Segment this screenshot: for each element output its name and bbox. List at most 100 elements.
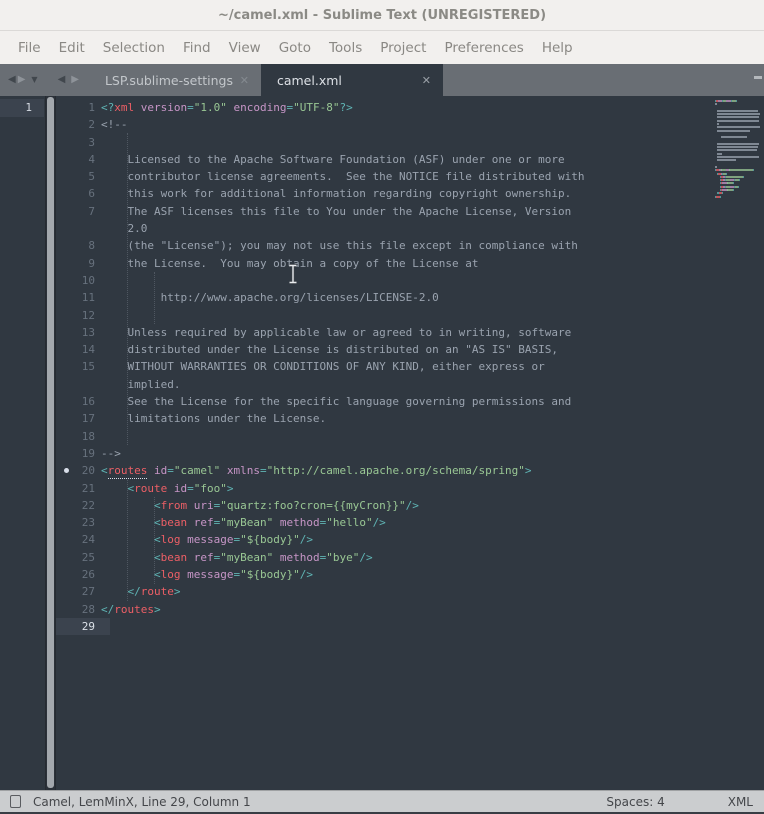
line-number: 11 xyxy=(56,289,110,306)
code-line[interactable]: 14 distributed under the License is dist… xyxy=(56,341,712,358)
code-view[interactable]: 1<?xml version="1.0" encoding="UTF-8"?>2… xyxy=(55,96,712,790)
line-number: 9 xyxy=(56,255,110,272)
history-forward-icon[interactable]: ▶ xyxy=(18,75,26,85)
code-line[interactable]: 13 Unless required by applicable law or … xyxy=(56,324,712,341)
code-text: the License. You may obtain a copy of th… xyxy=(101,255,712,272)
indent-guide xyxy=(154,497,155,584)
line-number: 26 xyxy=(56,566,110,583)
indent-guide xyxy=(154,272,155,324)
line-number: 25 xyxy=(56,549,110,566)
code-line[interactable]: 21 <route id="foo"> xyxy=(56,480,712,497)
indentation-setting[interactable]: Spaces: 4 xyxy=(606,795,664,809)
line-number: 17 xyxy=(56,410,110,427)
code-line[interactable]: 29 xyxy=(56,618,712,635)
code-line[interactable]: 17 limitations under the License. xyxy=(56,410,712,427)
code-text: Unless required by applicable law or agr… xyxy=(101,324,712,341)
diagnostic-dot-icon xyxy=(64,468,69,473)
code-text: contributor license agreements. See the … xyxy=(101,168,712,185)
menu-item-find[interactable]: Find xyxy=(174,40,220,56)
code-line[interactable]: 5 contributor license agreements. See th… xyxy=(56,168,712,185)
code-line[interactable]: 16 See the License for the specific lang… xyxy=(56,393,712,410)
scrollbar-thumb[interactable] xyxy=(47,97,54,788)
menu-item-view[interactable]: View xyxy=(220,40,270,56)
prev-tab-icon[interactable]: ◀ xyxy=(58,75,66,85)
minimap[interactable] xyxy=(712,96,764,790)
code-text: this work for additional information reg… xyxy=(101,185,712,202)
line-number: 28 xyxy=(56,601,110,618)
line-number: 7 xyxy=(56,203,110,220)
tab-overflow-icon[interactable] xyxy=(754,76,762,79)
code-text: </routes> xyxy=(101,601,712,618)
sublime-window: ~/camel.xml - Sublime Text (UNREGISTERED… xyxy=(0,0,764,814)
tab-camel-xml[interactable]: camel.xml ✕ xyxy=(261,64,443,96)
left-pane-line-number: 1 xyxy=(0,99,44,117)
code-text: <?xml version="1.0" encoding="UTF-8"?> xyxy=(101,99,712,116)
code-text: (the "License"); you may not use this fi… xyxy=(101,237,712,254)
history-back-icon[interactable]: ◀ xyxy=(8,75,16,85)
line-number xyxy=(56,220,110,237)
line-number: 10 xyxy=(56,272,110,289)
status-message: Camel, LemMinX, Line 29, Column 1 xyxy=(33,795,251,809)
tab-close-icon[interactable]: ✕ xyxy=(422,74,431,87)
code-text: </route> xyxy=(101,583,712,600)
indent-guide xyxy=(127,133,128,445)
lsp-indicator-icon[interactable] xyxy=(10,795,21,808)
code-text: <log message="${body}"/> xyxy=(101,531,712,548)
code-line[interactable]: 3 xyxy=(56,134,712,151)
code-line[interactable]: 2<!-- xyxy=(56,116,712,133)
left-split-pane[interactable]: 1 xyxy=(0,96,46,790)
minimap-line xyxy=(715,120,762,123)
tab-lsp-sublime-settings[interactable]: LSP.sublime-settings ✕ xyxy=(89,64,261,96)
code-text: The ASF licenses this file to You under … xyxy=(101,203,712,220)
code-line[interactable]: 15 WITHOUT WARRANTIES OR CONDITIONS OF A… xyxy=(56,358,712,375)
syntax-setting[interactable]: XML xyxy=(728,795,753,809)
code-text: <routes id="camel" xmlns="http://camel.a… xyxy=(101,462,712,479)
code-line[interactable]: implied. xyxy=(56,376,712,393)
minimap-line xyxy=(715,199,762,202)
code-line[interactable]: 9 the License. You may obtain a copy of … xyxy=(56,255,712,272)
code-line[interactable]: 19--> xyxy=(56,445,712,462)
next-tab-icon[interactable]: ▶ xyxy=(71,75,79,85)
code-text: 2.0 xyxy=(101,220,712,237)
line-number: 2 xyxy=(56,116,110,133)
line-number: 12 xyxy=(56,307,110,324)
title-bar[interactable]: ~/camel.xml - Sublime Text (UNREGISTERED… xyxy=(0,0,764,31)
code-line[interactable]: 6 this work for additional information r… xyxy=(56,185,712,202)
menu-item-edit[interactable]: Edit xyxy=(50,40,94,56)
menu-item-help[interactable]: Help xyxy=(533,40,582,56)
status-bar: Camel, LemMinX, Line 29, Column 1 Spaces… xyxy=(0,790,764,812)
code-line[interactable]: 2.0 xyxy=(56,220,712,237)
tab-close-icon[interactable]: ✕ xyxy=(240,74,249,87)
code-line[interactable]: 28</routes> xyxy=(56,601,712,618)
menu-item-selection[interactable]: Selection xyxy=(94,40,174,56)
code-line[interactable]: 4 Licensed to the Apache Software Founda… xyxy=(56,151,712,168)
code-text: <from uri="quartz:foo?cron={{myCron}}"/> xyxy=(101,497,712,514)
line-number: 14 xyxy=(56,341,110,358)
code-line[interactable]: 27 </route> xyxy=(56,583,712,600)
tab-list-dropdown-icon[interactable]: ▼ xyxy=(31,76,37,84)
code-line[interactable]: 20<routes id="camel" xmlns="http://camel… xyxy=(56,462,712,479)
menu-bar: FileEditSelectionFindViewGotoToolsProjec… xyxy=(0,31,764,64)
code-line[interactable]: 18 xyxy=(56,428,712,445)
line-number: 6 xyxy=(56,185,110,202)
code-line[interactable]: 8 (the "License"); you may not use this … xyxy=(56,237,712,254)
line-number: 3 xyxy=(56,134,110,151)
code-text: <log message="${body}"/> xyxy=(101,566,712,583)
menu-item-project[interactable]: Project xyxy=(371,40,435,56)
line-number: 4 xyxy=(56,151,110,168)
code-text: See the License for the specific languag… xyxy=(101,393,712,410)
menu-item-goto[interactable]: Goto xyxy=(270,40,320,56)
line-number: 13 xyxy=(56,324,110,341)
window-title: ~/camel.xml - Sublime Text (UNREGISTERED… xyxy=(218,8,546,23)
menu-item-tools[interactable]: Tools xyxy=(320,40,371,56)
code-line[interactable]: 1<?xml version="1.0" encoding="UTF-8"?> xyxy=(56,99,712,116)
line-number: 19 xyxy=(56,445,110,462)
menu-item-file[interactable]: File xyxy=(9,40,50,56)
line-number: 21 xyxy=(56,480,110,497)
menu-item-preferences[interactable]: Preferences xyxy=(435,40,532,56)
left-pane-scrollbar[interactable] xyxy=(46,96,55,790)
tab-bar: ◀ ▶ ▼ ◀ ▶ LSP.sublime-settings ✕ camel.x… xyxy=(0,64,764,96)
indent-guide xyxy=(127,480,128,601)
code-line[interactable]: 7 The ASF licenses this file to You unde… xyxy=(56,203,712,220)
code-text: limitations under the License. xyxy=(101,410,712,427)
